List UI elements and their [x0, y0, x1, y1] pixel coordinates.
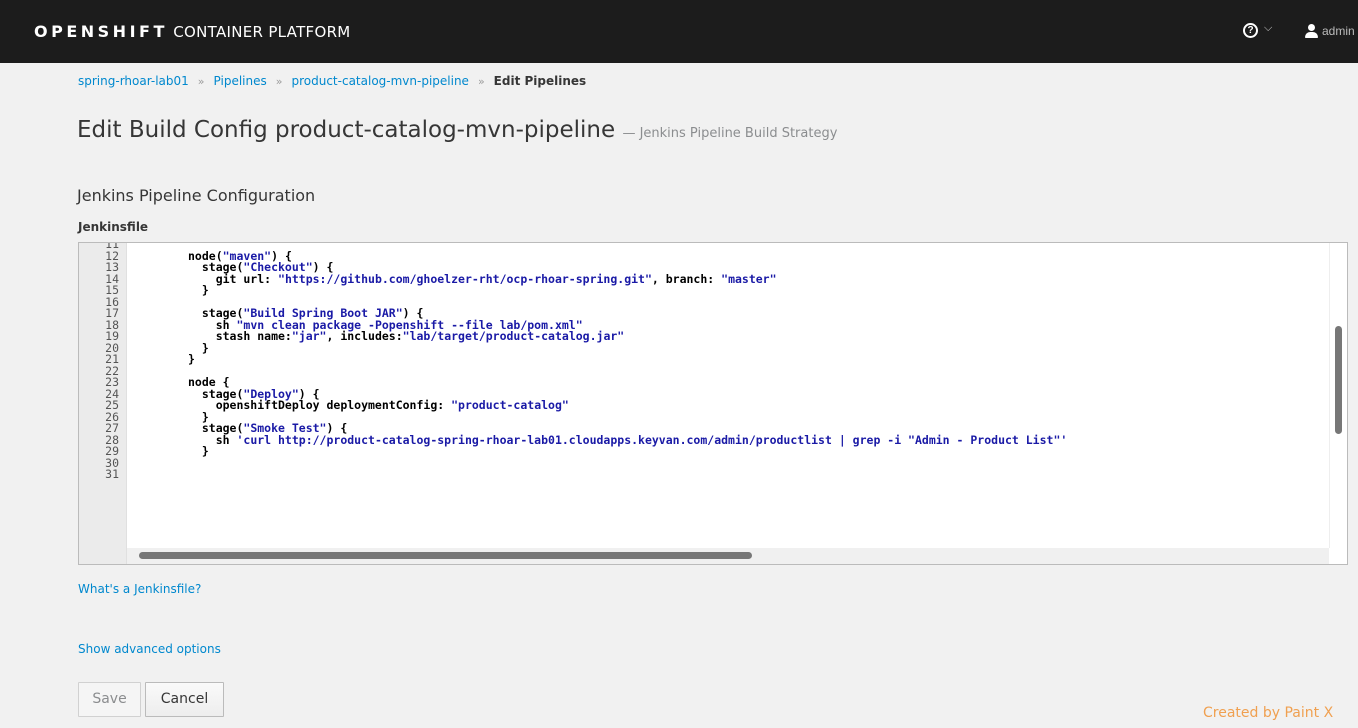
code-text[interactable]: git url: "https://github.com/ghoelzer-rh… [188, 272, 777, 286]
code-line[interactable]: 30 [79, 457, 1067, 470]
page-title-text: Edit Build Config product-catalog-mvn-pi… [77, 117, 616, 143]
code-line[interactable]: 15 } [79, 283, 1067, 297]
user-menu[interactable]: admin [1322, 24, 1355, 38]
code-line[interactable]: 19 stash name:"jar", includes:"lab/targe… [79, 329, 1067, 343]
code-text[interactable]: } [188, 283, 209, 297]
page-title: Edit Build Config product-catalog-mvn-pi… [77, 117, 837, 143]
brand-logo[interactable]: OPENSHIFT CONTAINER PLATFORM [34, 22, 351, 41]
code-area[interactable]: 11 12 node("maven") {13 stage("Checkout") … [79, 243, 1068, 481]
code-text[interactable]: stash name:"jar", includes:"lab/target/p… [188, 329, 625, 343]
code-line[interactable]: 29 } [79, 444, 1067, 458]
section-heading: Jenkins Pipeline Configuration [77, 186, 316, 205]
code-line[interactable]: 31 [79, 467, 1067, 481]
code-line[interactable]: 21} [79, 352, 1067, 366]
breadcrumb-pipeline[interactable]: product-catalog-mvn-pipeline [291, 74, 468, 88]
whats-jenkinsfile-link[interactable]: What's a Jenkinsfile? [78, 582, 201, 596]
horizontal-scroll-thumb[interactable] [139, 552, 752, 559]
code-text[interactable]: } [188, 444, 209, 458]
code-line[interactable]: 28 sh 'curl http://product-catalog-sprin… [79, 433, 1068, 447]
masthead: OPENSHIFT CONTAINER PLATFORM ? ⌵ admin [0, 0, 1358, 63]
breadcrumb-project[interactable]: spring-rhoar-lab01 [78, 74, 189, 88]
jenkinsfile-label: Jenkinsfile [78, 220, 149, 234]
code-text[interactable]: openshiftDeploy deploymentConfig: "produ… [188, 398, 569, 412]
brand-bold: OPENSHIFT [34, 22, 168, 41]
user-icon[interactable] [1305, 24, 1318, 38]
vertical-scroll-thumb[interactable] [1335, 326, 1342, 434]
breadcrumb: spring-rhoar-lab01 » Pipelines » product-cat… [78, 74, 586, 88]
watermark: Created by Paint X [1203, 705, 1334, 721]
breadcrumb-pipelines[interactable]: Pipelines [214, 74, 267, 88]
breadcrumb-current: Edit Pipelines [493, 74, 587, 88]
page-subtitle: — Jenkins Pipeline Build Strategy [622, 126, 838, 141]
code-text[interactable]: } [188, 352, 195, 366]
save-button[interactable]: Save [78, 682, 141, 717]
brand-light: CONTAINER PLATFORM [173, 23, 351, 41]
cancel-button[interactable]: Cancel [145, 682, 224, 717]
chevron-down-icon[interactable]: ⌵ [1264, 22, 1272, 35]
breadcrumb-separator: » [477, 75, 485, 88]
code-text[interactable]: sh 'curl http://product-catalog-spring-r… [188, 433, 1068, 447]
code-line[interactable]: 20 } [79, 342, 1067, 355]
breadcrumb-separator: » [275, 75, 283, 88]
code-line[interactable]: 14 git url: "https://github.com/ghoelzer… [79, 272, 1067, 286]
code-line[interactable]: 25 openshiftDeploy deploymentConfig: "pr… [79, 398, 1067, 412]
breadcrumb-separator: » [197, 75, 205, 88]
jenkinsfile-editor[interactable]: 11 12 node("maven") {13 stage("Checkout") … [78, 242, 1348, 565]
help-icon[interactable]: ? [1243, 23, 1258, 38]
show-advanced-options-link[interactable]: Show advanced options [78, 642, 221, 656]
line-number: 31 [105, 467, 119, 481]
scroll-corner [1329, 548, 1347, 564]
